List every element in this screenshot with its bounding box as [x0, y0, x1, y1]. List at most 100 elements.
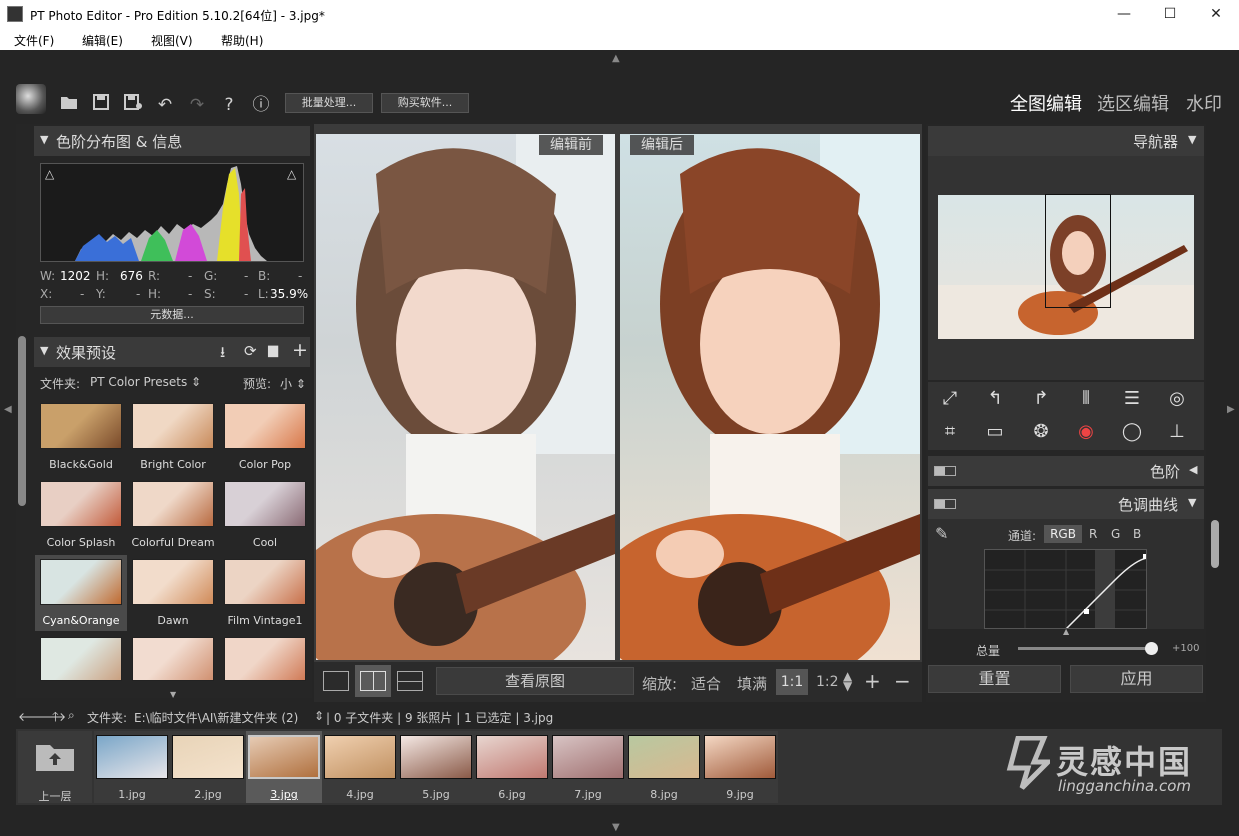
tab-selection-edit[interactable]: 选区编辑: [1097, 90, 1169, 116]
nav-forward-icon[interactable]: 🡒: [34, 709, 66, 724]
red-eye-icon[interactable]: ◉: [1074, 420, 1098, 444]
after-image[interactable]: [620, 134, 920, 660]
collapse-arrow-icon[interactable]: ▼: [40, 133, 48, 146]
straighten-icon[interactable]: ▭: [983, 420, 1007, 444]
menu-view[interactable]: 视图(V): [151, 32, 193, 49]
preset-thumbnail[interactable]: [40, 481, 122, 527]
preset-thumbnail[interactable]: [224, 403, 306, 449]
collapse-bottom-icon[interactable]: ▼: [612, 822, 620, 833]
zoom-fit-button[interactable]: 适合: [691, 673, 721, 694]
minimize-button[interactable]: —: [1101, 0, 1147, 30]
collapse-arrow-icon[interactable]: ▼: [40, 344, 48, 357]
preset-thumbnail[interactable]: [132, 481, 214, 527]
levels-header[interactable]: 色阶 ◀: [928, 456, 1204, 486]
folder-icon[interactable]: ▆: [268, 343, 278, 358]
resize-icon[interactable]: ⤢: [938, 387, 962, 411]
navigator-viewport[interactable]: [1045, 194, 1111, 308]
zoom-stepper-icon[interactable]: ▲ ▼: [843, 670, 852, 692]
nav-up-icon[interactable]: 🡑: [52, 708, 59, 730]
save-as-icon[interactable]: [122, 94, 144, 116]
redo-icon[interactable]: ↷: [186, 94, 208, 116]
preset-scroll-icon[interactable]: ▼: [170, 690, 176, 699]
preset-label[interactable]: Color Splash: [38, 536, 124, 549]
filmstrip-thumbnail[interactable]: [704, 735, 776, 779]
zoom-1-2-button[interactable]: 1:2: [816, 674, 839, 690]
histogram-header[interactable]: ▼ 色阶分布图 & 信息: [34, 126, 310, 156]
preset-thumbnail[interactable]: [224, 559, 306, 605]
menu-file[interactable]: 文件(F): [14, 32, 54, 49]
preset-label[interactable]: Colorful Dream: [130, 536, 216, 549]
collapse-right-icon[interactable]: ▶: [1227, 404, 1235, 415]
preview-size-select[interactable]: 小 ⇕: [280, 375, 306, 392]
info-icon[interactable]: ⓘ: [250, 94, 272, 116]
preset-folder-select[interactable]: PT Color Presets ⇕: [90, 375, 201, 389]
preset-thumbnail[interactable]: [40, 637, 122, 681]
preset-label[interactable]: Cyan&Orange: [38, 614, 124, 627]
flip-vertical-icon[interactable]: ☰: [1120, 387, 1144, 411]
close-button[interactable]: ✕: [1193, 0, 1239, 30]
preset-thumbnail[interactable]: [224, 637, 306, 681]
zoom-out-icon[interactable]: −: [894, 669, 911, 693]
preset-thumbnail[interactable]: [132, 403, 214, 449]
search-icon[interactable]: ⌕: [68, 708, 75, 723]
zoom-fill-button[interactable]: 填满: [737, 673, 767, 694]
curve-scroll-icon[interactable]: ▲: [1063, 627, 1069, 636]
help-icon[interactable]: ?: [218, 94, 240, 116]
filmstrip-thumbnail[interactable]: [96, 735, 168, 779]
parent-folder-button[interactable]: 上一层: [18, 731, 92, 803]
preset-thumbnail[interactable]: [40, 403, 122, 449]
filmstrip-thumbnail[interactable]: [476, 735, 548, 779]
add-icon[interactable]: +: [292, 339, 308, 361]
toggle-icon[interactable]: [934, 499, 956, 509]
folder-path[interactable]: E:\临时文件\AI\新建文件夹 (2): [134, 709, 298, 726]
save-icon[interactable]: [90, 94, 112, 116]
collapse-arrow-icon[interactable]: ▼: [1188, 133, 1196, 146]
left-scrollbar[interactable]: [18, 336, 26, 506]
amount-slider-track[interactable]: [1018, 647, 1152, 650]
preset-label[interactable]: Cool: [222, 536, 308, 549]
split-horizontal-icon[interactable]: [397, 671, 423, 691]
rotate-right-icon[interactable]: ↱: [1029, 387, 1053, 411]
healing-icon[interactable]: ◯: [1120, 420, 1144, 444]
filmstrip-thumbnail[interactable]: [628, 735, 700, 779]
reset-button[interactable]: 重置: [928, 665, 1061, 693]
single-view-icon[interactable]: [323, 671, 349, 691]
preset-thumbnail[interactable]: [132, 637, 214, 681]
filmstrip-thumbnail[interactable]: [552, 735, 624, 779]
crop-icon[interactable]: ⌗: [938, 420, 962, 444]
preset-thumbnail[interactable]: [40, 559, 122, 605]
path-select-icon[interactable]: ⇕: [314, 709, 324, 723]
eyedropper-icon[interactable]: ✎: [935, 524, 948, 543]
flip-horizontal-icon[interactable]: ⫴: [1074, 387, 1098, 411]
refresh-icon[interactable]: ⟳: [244, 342, 257, 360]
maximize-button[interactable]: ☐: [1147, 0, 1193, 30]
menu-edit[interactable]: 编辑(E): [82, 32, 123, 49]
expand-arrow-icon[interactable]: ◀: [1189, 463, 1197, 476]
navigator-header[interactable]: 导航器 ▼: [928, 126, 1204, 156]
filmstrip-thumbnail[interactable]: [172, 735, 244, 779]
preset-label[interactable]: Color Pop: [222, 458, 308, 471]
split-view-button[interactable]: [355, 665, 391, 697]
download-icon[interactable]: ⭳: [220, 342, 225, 367]
tab-watermark[interactable]: 水印: [1186, 90, 1222, 116]
rotate-left-icon[interactable]: ↰: [983, 387, 1007, 411]
apply-button[interactable]: 应用: [1070, 665, 1203, 693]
preset-thumbnail[interactable]: [224, 481, 306, 527]
toggle-icon[interactable]: [934, 466, 956, 476]
buy-software-button[interactable]: 购买软件...: [381, 93, 469, 113]
channel-r[interactable]: R: [1089, 527, 1097, 541]
batch-process-button[interactable]: 批量处理...: [285, 93, 373, 113]
right-scrollbar[interactable]: [1211, 520, 1219, 568]
channel-b[interactable]: B: [1133, 527, 1141, 541]
collapse-left-icon[interactable]: ◀: [4, 404, 12, 415]
clone-stamp-icon[interactable]: ⊥: [1165, 420, 1189, 444]
lens-icon[interactable]: ❂: [1029, 420, 1053, 444]
amount-slider-handle[interactable]: [1145, 642, 1158, 655]
open-folder-icon[interactable]: [58, 94, 80, 116]
preset-label[interactable]: Black&Gold: [38, 458, 124, 471]
zoom-1-1-button[interactable]: 1:1: [776, 669, 808, 695]
presets-header[interactable]: ▼ 效果预设 ⭳ ⟳ ▆ +: [34, 337, 310, 367]
collapse-arrow-icon[interactable]: ▼: [1188, 496, 1196, 509]
before-image[interactable]: [316, 134, 615, 660]
preset-label[interactable]: Dawn: [130, 614, 216, 627]
